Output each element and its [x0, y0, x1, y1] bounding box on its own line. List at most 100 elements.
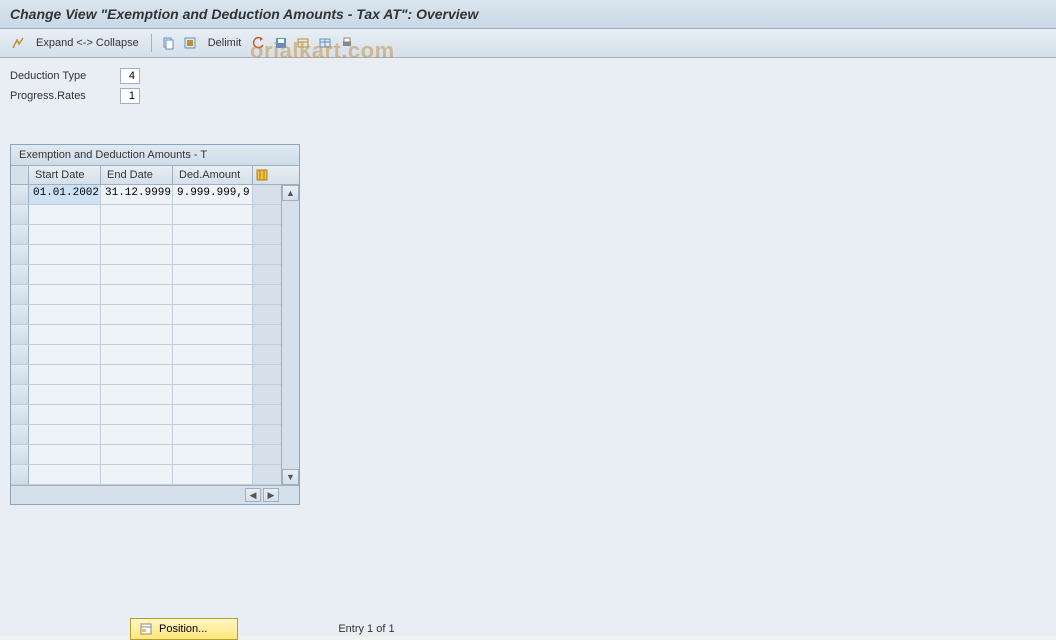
col-end-date[interactable]: End Date: [101, 166, 173, 184]
table-row[interactable]: [11, 225, 281, 245]
expand-collapse-button[interactable]: Expand <-> Collapse: [30, 37, 145, 49]
cell-start-date[interactable]: [29, 345, 101, 364]
progress-rates-value[interactable]: 1: [120, 88, 140, 104]
cell-ded-amount[interactable]: [173, 385, 253, 404]
cell-start-date[interactable]: [29, 425, 101, 444]
scroll-up-icon[interactable]: ▲: [282, 185, 299, 201]
select-all-icon[interactable]: [180, 33, 200, 53]
table-row[interactable]: [11, 345, 281, 365]
cell-end-date[interactable]: [101, 245, 173, 264]
deduction-type-value[interactable]: 4: [120, 68, 140, 84]
row-selector[interactable]: [11, 185, 29, 204]
row-selector[interactable]: [11, 325, 29, 344]
col-ded-amount[interactable]: Ded.Amount: [173, 166, 253, 184]
scroll-right-icon[interactable]: ▶: [263, 488, 279, 502]
cell-end-date[interactable]: [101, 465, 173, 484]
cell-end-date[interactable]: [101, 265, 173, 284]
cell-start-date[interactable]: [29, 385, 101, 404]
cell-ded-amount[interactable]: [173, 325, 253, 344]
cell-ded-amount[interactable]: [173, 405, 253, 424]
cell-start-date[interactable]: [29, 465, 101, 484]
cell-end-date[interactable]: [101, 405, 173, 424]
horizontal-scrollbar[interactable]: ◀ ▶: [11, 485, 299, 504]
cell-start-date[interactable]: [29, 325, 101, 344]
cell-start-date[interactable]: [29, 405, 101, 424]
cell-end-date[interactable]: [101, 305, 173, 324]
table-row[interactable]: [11, 205, 281, 225]
cell-ded-amount[interactable]: [173, 425, 253, 444]
cell-ded-amount[interactable]: [173, 225, 253, 244]
delete-icon[interactable]: [315, 33, 335, 53]
cell-start-date[interactable]: [29, 445, 101, 464]
cell-end-date[interactable]: [101, 425, 173, 444]
table-row[interactable]: [11, 405, 281, 425]
cell-ded-amount[interactable]: [173, 305, 253, 324]
cell-end-date[interactable]: [101, 205, 173, 224]
row-selector[interactable]: [11, 465, 29, 484]
cell-end-date[interactable]: [101, 225, 173, 244]
cell-ded-amount[interactable]: 9.999.999,9: [173, 185, 253, 204]
row-selector[interactable]: [11, 405, 29, 424]
scroll-left-icon[interactable]: ◀: [245, 488, 261, 502]
new-entries-icon[interactable]: [293, 33, 313, 53]
cell-end-date[interactable]: [101, 325, 173, 344]
delimit-button[interactable]: Delimit: [202, 37, 248, 49]
position-button[interactable]: Position...: [130, 618, 238, 640]
cell-ded-amount[interactable]: [173, 365, 253, 384]
cell-start-date[interactable]: [29, 265, 101, 284]
col-start-date[interactable]: Start Date: [29, 166, 101, 184]
row-selector[interactable]: [11, 445, 29, 464]
row-selector[interactable]: [11, 385, 29, 404]
table-row[interactable]: [11, 305, 281, 325]
row-selector[interactable]: [11, 205, 29, 224]
cell-start-date[interactable]: [29, 285, 101, 304]
row-selector[interactable]: [11, 345, 29, 364]
table-row[interactable]: [11, 465, 281, 485]
configure-columns-icon[interactable]: [253, 166, 271, 184]
copy-icon[interactable]: [158, 33, 178, 53]
undo-icon[interactable]: [249, 33, 269, 53]
table-row[interactable]: 01.01.200231.12.99999.999.999,9: [11, 185, 281, 205]
cell-start-date[interactable]: [29, 305, 101, 324]
cell-end-date[interactable]: [101, 385, 173, 404]
row-selector[interactable]: [11, 365, 29, 384]
cell-ded-amount[interactable]: [173, 345, 253, 364]
table-row[interactable]: [11, 245, 281, 265]
row-selector[interactable]: [11, 305, 29, 324]
table-row[interactable]: [11, 445, 281, 465]
save-icon[interactable]: [271, 33, 291, 53]
table-row[interactable]: [11, 425, 281, 445]
table-row[interactable]: [11, 265, 281, 285]
vertical-scrollbar[interactable]: ▲ ▼: [281, 185, 299, 485]
cell-end-date[interactable]: 31.12.9999: [101, 185, 173, 204]
cell-start-date[interactable]: [29, 225, 101, 244]
cell-ded-amount[interactable]: [173, 285, 253, 304]
toggle-icon[interactable]: [8, 33, 28, 53]
row-selector[interactable]: [11, 245, 29, 264]
cell-end-date[interactable]: [101, 365, 173, 384]
table-row[interactable]: [11, 385, 281, 405]
cell-start-date[interactable]: [29, 365, 101, 384]
scroll-down-icon[interactable]: ▼: [282, 469, 299, 485]
table-row[interactable]: [11, 365, 281, 385]
cell-start-date[interactable]: 01.01.2002: [29, 185, 101, 204]
cell-ded-amount[interactable]: [173, 205, 253, 224]
cell-start-date[interactable]: [29, 205, 101, 224]
table-row[interactable]: [11, 325, 281, 345]
selector-header[interactable]: [11, 166, 29, 184]
cell-ded-amount[interactable]: [173, 265, 253, 284]
cell-ded-amount[interactable]: [173, 445, 253, 464]
cell-ded-amount[interactable]: [173, 245, 253, 264]
print-icon[interactable]: [337, 33, 357, 53]
cell-start-date[interactable]: [29, 245, 101, 264]
cell-end-date[interactable]: [101, 285, 173, 304]
progress-rates-label: Progress.Rates: [10, 90, 120, 102]
row-selector[interactable]: [11, 265, 29, 284]
row-selector[interactable]: [11, 285, 29, 304]
cell-end-date[interactable]: [101, 345, 173, 364]
row-selector[interactable]: [11, 425, 29, 444]
table-row[interactable]: [11, 285, 281, 305]
row-selector[interactable]: [11, 225, 29, 244]
cell-end-date[interactable]: [101, 445, 173, 464]
cell-ded-amount[interactable]: [173, 465, 253, 484]
